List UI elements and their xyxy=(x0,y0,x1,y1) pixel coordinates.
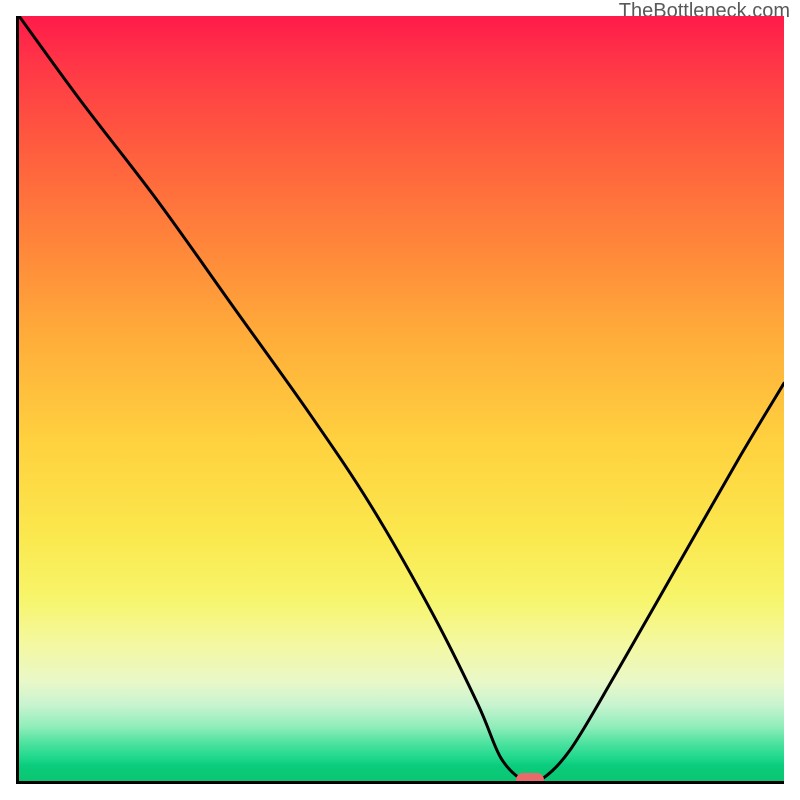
curve-layer xyxy=(19,16,784,781)
plot-area xyxy=(16,16,784,784)
optimal-marker xyxy=(516,773,544,784)
bottleneck-curve xyxy=(19,16,784,781)
